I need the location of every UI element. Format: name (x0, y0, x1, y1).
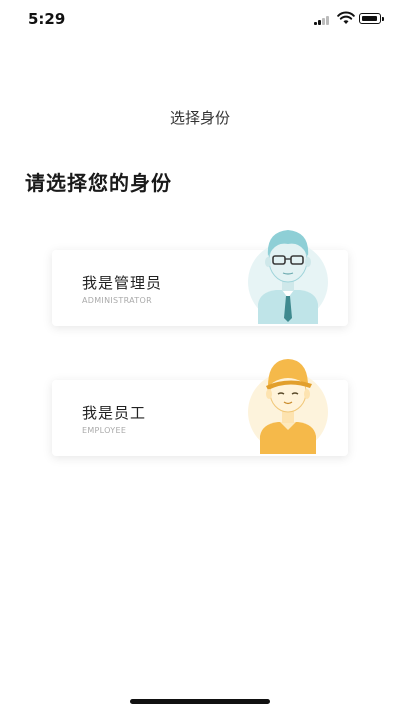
nav-title: 选择身份 (169, 109, 230, 127)
employee-card-subtitle: EMPLOYEE (82, 426, 127, 435)
wifi-icon (337, 11, 355, 24)
administrator-avatar-icon (248, 230, 328, 324)
signal-icon (314, 15, 332, 25)
status-bar: 5:29 (0, 0, 400, 40)
status-time: 5:29 (28, 10, 66, 28)
page-heading: 请选择您的身份 (25, 171, 172, 195)
administrator-card-title: 我是管理员 (82, 274, 163, 292)
battery-icon (359, 13, 384, 24)
administrator-card-subtitle: ADMINISTRATOR (82, 296, 152, 305)
employee-avatar-icon (248, 359, 328, 454)
home-indicator[interactable] (130, 699, 270, 704)
employee-card-title: 我是员工 (82, 404, 147, 422)
